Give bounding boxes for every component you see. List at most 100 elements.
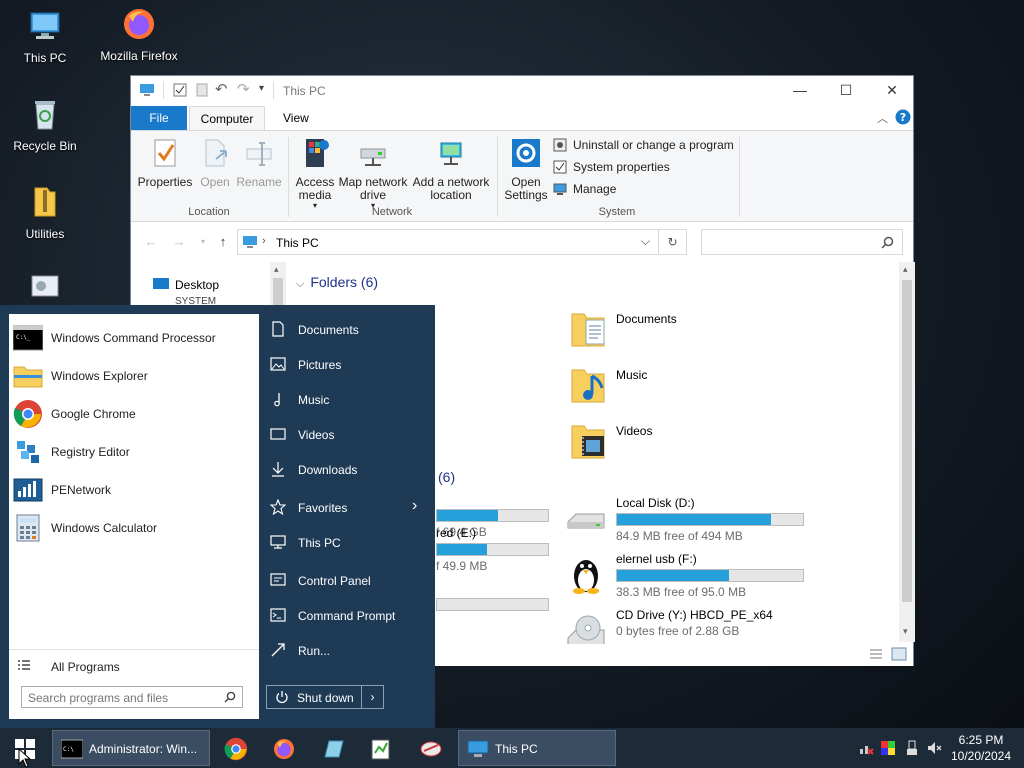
window-title: This PC xyxy=(283,84,326,98)
drive-e-partial[interactable]: red (E:) f 49.9 MB xyxy=(436,526,566,576)
taskbar-pin-firefox[interactable] xyxy=(270,731,300,765)
new-folder-icon[interactable] xyxy=(195,83,209,97)
start-item-run[interactable]: Run... xyxy=(262,635,432,665)
program-command-processor[interactable]: C:\_ Windows Command Processor xyxy=(9,320,259,356)
program-google-chrome[interactable]: Google Chrome xyxy=(9,396,259,432)
start-item-videos[interactable]: Videos xyxy=(262,419,432,449)
taskbar-pin-app[interactable] xyxy=(318,731,348,765)
map-network-drive-button[interactable]: Map network drive ▾ xyxy=(337,131,409,210)
start-item-favorites[interactable]: Favorites › xyxy=(262,492,432,522)
redo-icon[interactable]: ↷ xyxy=(237,80,250,98)
drive-y[interactable]: CD Drive (Y:) HBCD_PE_x64 0 bytes free o… xyxy=(566,608,816,647)
refresh-button[interactable]: ↻ xyxy=(659,229,687,255)
scroll-up-icon[interactable]: ▴ xyxy=(903,264,908,275)
start-item-pictures[interactable]: Pictures xyxy=(262,349,432,379)
folder-documents[interactable]: Documents xyxy=(570,306,720,350)
search-input[interactable] xyxy=(701,229,903,255)
tab-computer[interactable]: Computer xyxy=(189,106,265,130)
scroll-down-icon[interactable]: ▾ xyxy=(903,626,908,637)
taskbar-pin-tool[interactable] xyxy=(416,731,446,765)
hard-disk-icon xyxy=(567,513,605,529)
drives-section-header[interactable]: (6) xyxy=(438,469,455,485)
desktop-icon-this-pc[interactable]: This PC xyxy=(0,8,90,65)
up-button[interactable]: ↑ xyxy=(215,234,231,250)
uninstall-program-button[interactable]: Uninstall or change a program xyxy=(553,135,734,155)
drive-d[interactable]: Local Disk (D:) 84.9 MB free of 494 MB xyxy=(566,496,816,543)
open-label: Open xyxy=(200,175,230,189)
address-path[interactable]: This PC xyxy=(276,236,319,250)
program-windows-calculator[interactable]: Windows Calculator xyxy=(9,510,259,546)
volume-muted-icon[interactable] xyxy=(926,740,942,756)
desktop-icon-firefox[interactable]: Mozilla Firefox xyxy=(94,6,184,63)
taskbar-task-this-pc[interactable]: This PC xyxy=(458,730,616,766)
shutdown-button[interactable]: Shut down › xyxy=(266,685,384,709)
display-tray-icon[interactable] xyxy=(880,740,896,756)
taskbar-pin-notepad[interactable] xyxy=(366,731,396,765)
close-button[interactable]: ✕ xyxy=(869,76,915,104)
drive-f[interactable]: elernel usb (F:) 38.3 MB free of 95.0 MB xyxy=(566,552,816,599)
maximize-button[interactable]: ☐ xyxy=(823,76,869,104)
drive-partial[interactable] xyxy=(436,584,566,611)
desktop-icon xyxy=(153,278,169,289)
refresh-icon: ↻ xyxy=(667,235,678,249)
network-location-icon xyxy=(440,142,462,165)
folders-section-header[interactable]: ⌵ Folders (6) xyxy=(296,274,378,291)
nav-item-label: Desktop xyxy=(175,278,220,292)
taskbar-task-cmd[interactable]: C:\ Administrator: Win... xyxy=(52,730,210,766)
content-scrollbar-thumb[interactable] xyxy=(902,280,912,602)
collapse-ribbon-icon[interactable]: ︿ xyxy=(877,110,888,126)
program-label: PENetwork xyxy=(51,483,112,497)
properties-check-icon[interactable] xyxy=(173,83,187,97)
usb-tray-icon[interactable] xyxy=(904,740,920,756)
title-bar[interactable]: ↶ ↷ ▾ This PC — ☐ ✕ xyxy=(131,76,913,104)
recent-locations-button[interactable]: ▾ xyxy=(195,234,211,250)
shutdown-options-button[interactable]: › xyxy=(361,686,383,708)
program-penetwork[interactable]: PENetwork xyxy=(9,472,259,508)
start-item-downloads[interactable]: Downloads xyxy=(262,454,432,484)
tab-view[interactable]: View xyxy=(271,106,321,130)
start-item-music[interactable]: Music xyxy=(262,384,432,414)
start-item-this-pc[interactable]: This PC xyxy=(262,527,432,557)
help-icon[interactable]: ? xyxy=(895,109,911,125)
program-windows-explorer[interactable]: Windows Explorer xyxy=(9,358,259,394)
taskbar-pin-chrome[interactable] xyxy=(222,731,252,765)
address-dropdown-icon[interactable]: ⌵ xyxy=(641,234,650,249)
minimize-button[interactable]: — xyxy=(777,76,823,104)
taskbar-task-label: This PC xyxy=(495,742,538,756)
scroll-up-icon[interactable]: ▴ xyxy=(274,264,279,275)
desktop-icon-utilities[interactable]: Utilities xyxy=(0,184,90,241)
explorer-folder-icon xyxy=(13,366,43,388)
details-view-icon[interactable] xyxy=(869,648,883,662)
add-network-location-button[interactable]: Add a network location xyxy=(411,131,491,202)
forward-button[interactable]: → xyxy=(171,234,187,250)
open-settings-button[interactable]: Open Settings xyxy=(501,131,551,202)
program-registry-editor[interactable]: Registry Editor xyxy=(9,434,259,470)
network-tray-icon[interactable] xyxy=(858,740,874,756)
folder-label: Documents xyxy=(616,312,677,326)
open-button[interactable]: Open xyxy=(195,131,235,189)
content-scrollbar[interactable]: ▴ ▾ xyxy=(899,262,915,642)
desktop-icon-recycle-bin[interactable]: Recycle Bin xyxy=(0,96,90,153)
access-media-button[interactable]: Access media ▾ xyxy=(293,131,337,210)
quick-access-dropdown-icon[interactable]: ▾ xyxy=(259,83,264,94)
arrow-right-icon: → xyxy=(172,234,186,249)
tab-file[interactable]: File xyxy=(131,106,187,130)
folder-videos[interactable]: Videos xyxy=(570,418,720,462)
folder-label: Music xyxy=(616,368,648,382)
start-item-command-prompt[interactable]: Command Prompt xyxy=(262,600,432,630)
manage-button[interactable]: Manage xyxy=(553,179,616,199)
large-icons-view-icon[interactable] xyxy=(891,647,907,661)
undo-icon[interactable]: ↶ xyxy=(215,80,228,98)
address-field[interactable]: › This PC ⌵ xyxy=(237,229,659,255)
folder-music[interactable]: Music xyxy=(570,362,720,406)
start-search-input[interactable]: Search programs and files xyxy=(21,686,243,708)
back-button[interactable]: ← xyxy=(143,234,159,250)
start-item-control-panel[interactable]: Control Panel xyxy=(262,565,432,595)
taskbar-clock[interactable]: 6:25 PM 10/20/2024 xyxy=(948,732,1014,764)
rename-button[interactable]: Rename xyxy=(235,131,283,189)
start-item-documents[interactable]: Documents xyxy=(262,314,432,344)
properties-button[interactable]: Properties xyxy=(137,131,193,189)
all-programs-button[interactable]: All Programs xyxy=(9,649,259,679)
system-properties-button[interactable]: System properties xyxy=(553,157,670,177)
divider xyxy=(273,81,274,99)
